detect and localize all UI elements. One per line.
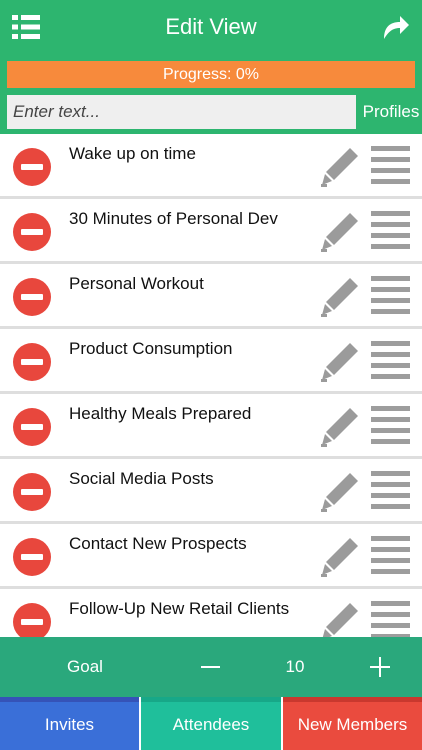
- delete-minus-icon[interactable]: [13, 278, 51, 316]
- task-list: Wake up on time 30 Minutes of Personal De…: [0, 134, 422, 637]
- pencil-icon[interactable]: [320, 536, 360, 578]
- drag-handle-icon[interactable]: [371, 276, 411, 316]
- delete-minus-icon[interactable]: [13, 213, 51, 251]
- task-label: Product Consumption: [69, 339, 233, 358]
- redo-arrow-icon[interactable]: [380, 12, 410, 42]
- profiles-button[interactable]: Profiles: [360, 95, 422, 129]
- increment-goal-button[interactable]: [360, 651, 400, 683]
- drag-handle-icon[interactable]: [371, 601, 411, 637]
- task-row[interactable]: Personal Workout: [0, 264, 422, 329]
- task-row[interactable]: Product Consumption: [0, 329, 422, 394]
- drag-handle-icon[interactable]: [371, 341, 411, 381]
- tab-attendees[interactable]: Attendees: [141, 697, 281, 750]
- drag-handle-icon[interactable]: [371, 146, 411, 186]
- task-label: Healthy Meals Prepared: [69, 404, 252, 423]
- task-row[interactable]: Healthy Meals Prepared: [0, 394, 422, 459]
- delete-minus-icon[interactable]: [13, 148, 51, 186]
- list-menu-icon[interactable]: [12, 14, 40, 40]
- pencil-icon[interactable]: [320, 276, 360, 318]
- task-text-input[interactable]: [7, 95, 356, 129]
- task-label: Wake up on time: [69, 144, 196, 163]
- pencil-icon[interactable]: [320, 406, 360, 448]
- tab-new-members[interactable]: New Members: [283, 697, 422, 750]
- task-row[interactable]: Wake up on time: [0, 134, 422, 199]
- pencil-icon[interactable]: [320, 341, 360, 383]
- task-label: Follow-Up New Retail Clients: [69, 599, 290, 618]
- drag-handle-icon[interactable]: [371, 211, 411, 251]
- task-label: Contact New Prospects: [69, 534, 247, 553]
- task-label: Social Media Posts: [69, 469, 214, 488]
- delete-minus-icon[interactable]: [13, 408, 51, 446]
- task-row[interactable]: Social Media Posts: [0, 459, 422, 524]
- delete-minus-icon[interactable]: [13, 603, 51, 637]
- decrement-goal-button[interactable]: [190, 651, 230, 683]
- task-label: Personal Workout: [69, 274, 204, 293]
- pencil-icon[interactable]: [320, 146, 360, 188]
- progress-bar: Progress: 0%: [7, 61, 415, 88]
- task-row[interactable]: Contact New Prospects: [0, 524, 422, 589]
- pencil-icon[interactable]: [320, 211, 360, 253]
- task-row[interactable]: 30 Minutes of Personal Dev: [0, 199, 422, 264]
- goal-bar: Goal 10: [0, 637, 422, 697]
- drag-handle-icon[interactable]: [371, 471, 411, 511]
- delete-minus-icon[interactable]: [13, 538, 51, 576]
- goal-value: 10: [285, 657, 305, 676]
- delete-minus-icon[interactable]: [13, 343, 51, 381]
- task-row[interactable]: Follow-Up New Retail Clients: [0, 589, 422, 637]
- drag-handle-icon[interactable]: [371, 406, 411, 446]
- pencil-icon[interactable]: [320, 471, 360, 513]
- delete-minus-icon[interactable]: [13, 473, 51, 511]
- pencil-icon[interactable]: [320, 601, 360, 637]
- progress-label: Progress: 0%: [162, 66, 260, 83]
- bottom-tab-bar: Invites Attendees New Members: [0, 697, 422, 750]
- task-label: 30 Minutes of Personal Dev: [69, 209, 278, 228]
- page-title: Edit View: [165, 14, 257, 39]
- tab-invites[interactable]: Invites: [0, 697, 139, 750]
- app-header: Edit View Progress: 0% Profiles: [0, 0, 422, 134]
- drag-handle-icon[interactable]: [371, 536, 411, 576]
- goal-label: Goal: [67, 657, 103, 676]
